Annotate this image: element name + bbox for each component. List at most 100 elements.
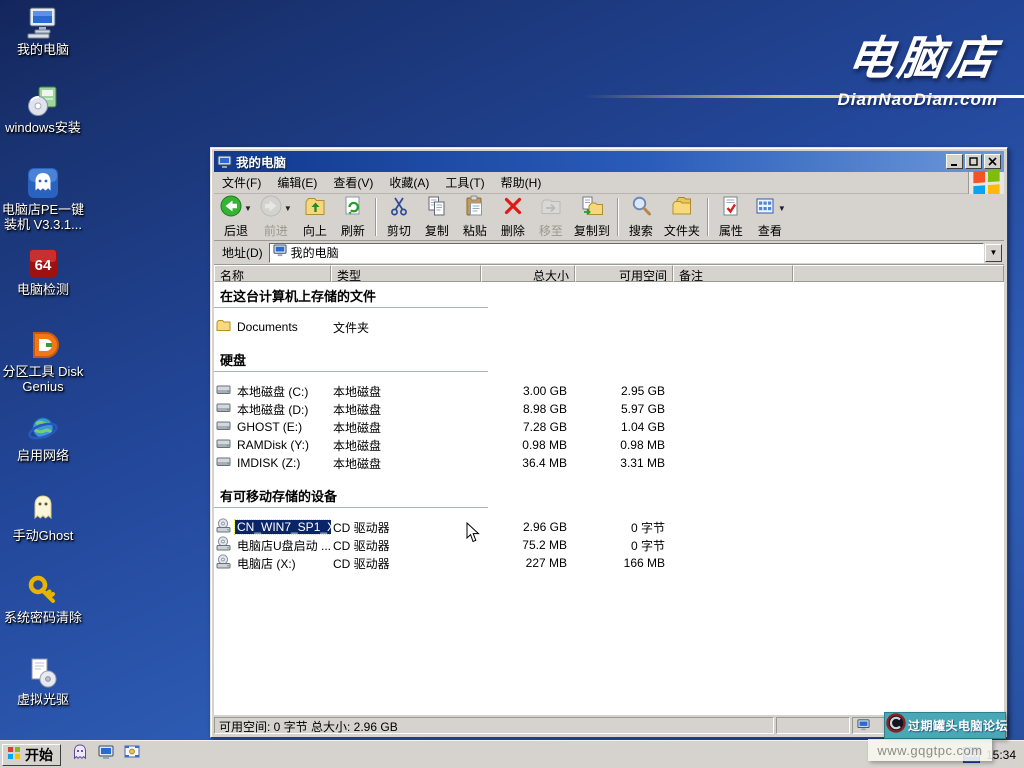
item-name-cell[interactable]: 本地磁盘 (C:)	[214, 382, 331, 400]
svg-text:64: 64	[35, 257, 52, 274]
detect64-icon: 64	[26, 246, 60, 280]
watermark-url: www.gqgtpc.com	[877, 742, 983, 758]
item-name: 本地磁盘 (D:)	[237, 402, 309, 417]
menu-item[interactable]: 编辑(E)	[269, 171, 325, 194]
list-item[interactable]: 本地磁盘 (D:) 本地磁盘 8.98 GB 5.97 GB	[214, 400, 1004, 418]
item-name: IMDISK (Z:)	[237, 456, 301, 470]
toolbar-properties-button[interactable]: 属性	[712, 195, 750, 240]
item-name-cell[interactable]: 本地磁盘 (D:)	[214, 400, 331, 418]
list-item[interactable]: 电脑店U盘启动 ... CD 驱动器 75.2 MB 0 字节	[214, 536, 1004, 554]
toolbar-folders-button[interactable]: 文件夹	[660, 195, 704, 240]
desktop-icon-label: 电脑店PE一键装机 V3.3.1...	[1, 202, 85, 232]
list-item[interactable]: 电脑店 (X:) CD 驱动器 227 MB 166 MB	[214, 554, 1004, 572]
move-icon	[540, 195, 562, 222]
item-name-cell[interactable]: 电脑店U盘启动 ...	[214, 536, 331, 554]
quick-launch-monitor-icon[interactable]	[97, 743, 115, 766]
item-name-cell[interactable]: 电脑店 (X:)	[214, 554, 331, 572]
toolbar-copyto-button[interactable]: 复制到	[570, 195, 614, 240]
item-total-size: 36.4 MB	[522, 456, 567, 470]
desktop-icon-virtual-cd[interactable]: 虚拟光驱	[0, 656, 86, 707]
desktop-icon-label: 我的电脑	[16, 42, 69, 57]
dropdown-arrow-icon[interactable]: ▼	[284, 204, 292, 213]
desktop-icon-detect64[interactable]: 64 电脑检测	[0, 246, 86, 297]
item-name: RAMDisk (Y:)	[237, 438, 309, 452]
diskgenius-icon	[26, 328, 60, 362]
toolbar-copy-button[interactable]: 复制	[418, 195, 456, 240]
column-header[interactable]: 名称	[214, 265, 331, 282]
toolbar-views-button[interactable]: ▼ 查看	[750, 195, 790, 240]
item-type: CD 驱动器	[333, 520, 390, 535]
hdd-icon	[216, 454, 235, 472]
list-item[interactable]: RAMDisk (Y:) 本地磁盘 0.98 MB 0.98 MB	[214, 436, 1004, 454]
toolbar-forward-button: ▼ 前进	[256, 195, 296, 240]
address-dropdown-icon[interactable]: ▼	[985, 243, 1002, 262]
toolbar-search-button[interactable]: 搜索	[622, 195, 660, 240]
hdd-icon	[216, 382, 235, 400]
desktop-icon-pe-ghost[interactable]: 电脑店PE一键装机 V3.3.1...	[0, 166, 86, 232]
item-type: 本地磁盘	[333, 402, 382, 417]
quick-launch-desktop-icon[interactable]	[123, 743, 141, 766]
item-name-cell[interactable]: GHOST (E:)	[214, 418, 331, 436]
back-icon	[220, 195, 242, 222]
desktop-icon-ghost[interactable]: 手动Ghost	[0, 492, 86, 543]
item-name-cell[interactable]: IMDISK (Z:)	[214, 454, 331, 472]
item-name-cell[interactable]: RAMDisk (Y:)	[214, 436, 331, 454]
list-item[interactable]: GHOST (E:) 本地磁盘 7.28 GB 1.04 GB	[214, 418, 1004, 436]
menu-item[interactable]: 文件(F)	[214, 171, 269, 194]
search-icon	[630, 195, 652, 222]
quick-launch-ghost-icon[interactable]	[71, 743, 89, 766]
start-button[interactable]: 开始	[2, 743, 61, 766]
column-header[interactable]: 可用空间	[575, 265, 673, 282]
mouse-cursor	[466, 522, 480, 543]
status-text: 可用空间: 0 字节 总大小: 2.96 GB	[214, 717, 774, 734]
toolbar-back-button[interactable]: ▼ 后退	[216, 195, 256, 240]
address-computer-icon	[273, 243, 291, 262]
item-total-size: 2.96 GB	[522, 520, 567, 534]
menu-item[interactable]: 工具(T)	[437, 171, 492, 194]
item-type: 本地磁盘	[333, 456, 382, 471]
hdd-icon	[216, 400, 235, 418]
toolbar-delete-button[interactable]: 删除	[494, 195, 532, 240]
item-name-cell[interactable]: Documents	[214, 318, 331, 336]
desktop-icon-password-key[interactable]: 系统密码清除	[0, 574, 86, 625]
address-combo[interactable]: 我的电脑	[268, 242, 984, 263]
menu-item[interactable]: 查看(V)	[325, 171, 381, 194]
item-type: 本地磁盘	[333, 384, 382, 399]
my-computer-window: 我的电脑 文件(F) 编辑(E) 查看(V) 收藏(A) 工具(T) 帮助(H) ▼ 后退 ▼…	[210, 147, 1008, 738]
item-name-cell[interactable]: CN_WIN7_SP1_X...	[214, 518, 331, 536]
toolbar-cut-button[interactable]: 剪切	[380, 195, 418, 240]
desktop-icon-my-computer[interactable]: 我的电脑	[0, 6, 86, 57]
brand-title: 电脑店	[843, 32, 1002, 84]
cd-icon	[216, 554, 235, 572]
item-free-space: 1.04 GB	[620, 420, 665, 434]
list-item[interactable]: 本地磁盘 (C:) 本地磁盘 3.00 GB 2.95 GB	[214, 382, 1004, 400]
title-bar[interactable]: 我的电脑	[214, 151, 1004, 172]
menu-item[interactable]: 收藏(A)	[381, 171, 437, 194]
watermark-url-band: www.gqgtpc.com	[868, 739, 992, 761]
list-item[interactable]: CN_WIN7_SP1_X...CD 驱动器 2.96 GB 0 字节	[214, 518, 1004, 536]
delete-icon	[502, 195, 524, 222]
toolbar-refresh-button[interactable]: 刷新	[334, 195, 372, 240]
toolbar-up-button[interactable]: 向上	[296, 195, 334, 240]
toolbar-button-label: 文件夹	[663, 223, 700, 238]
column-header[interactable]: 总大小	[481, 265, 575, 282]
toolbar-paste-button[interactable]: 粘贴	[456, 195, 494, 240]
list-item[interactable]: IMDISK (Z:) 本地磁盘 36.4 MB 3.31 MB	[214, 454, 1004, 472]
toolbar-button-label: 剪切	[386, 223, 411, 238]
folder-icon	[216, 318, 235, 336]
list-item[interactable]: Documents 文件夹	[214, 318, 1004, 336]
minimize-button[interactable]	[946, 154, 963, 169]
properties-icon	[720, 195, 742, 222]
desktop-icon-diskgenius[interactable]: 分区工具 DiskGenius	[0, 328, 86, 394]
refresh-icon	[342, 195, 364, 222]
desktop-icon-windows-install[interactable]: windows安装	[0, 84, 86, 135]
virtual-cd-icon	[26, 656, 60, 690]
dropdown-arrow-icon[interactable]: ▼	[778, 204, 786, 213]
column-header[interactable]: 备注	[673, 265, 793, 282]
dropdown-arrow-icon[interactable]: ▼	[244, 204, 252, 213]
item-name: 本地磁盘 (C:)	[237, 384, 309, 399]
column-header[interactable]: 类型	[331, 265, 481, 282]
desktop-icon-network[interactable]: 启用网络	[0, 412, 86, 463]
menu-item[interactable]: 帮助(H)	[493, 171, 550, 194]
windows-install-icon	[26, 84, 60, 118]
